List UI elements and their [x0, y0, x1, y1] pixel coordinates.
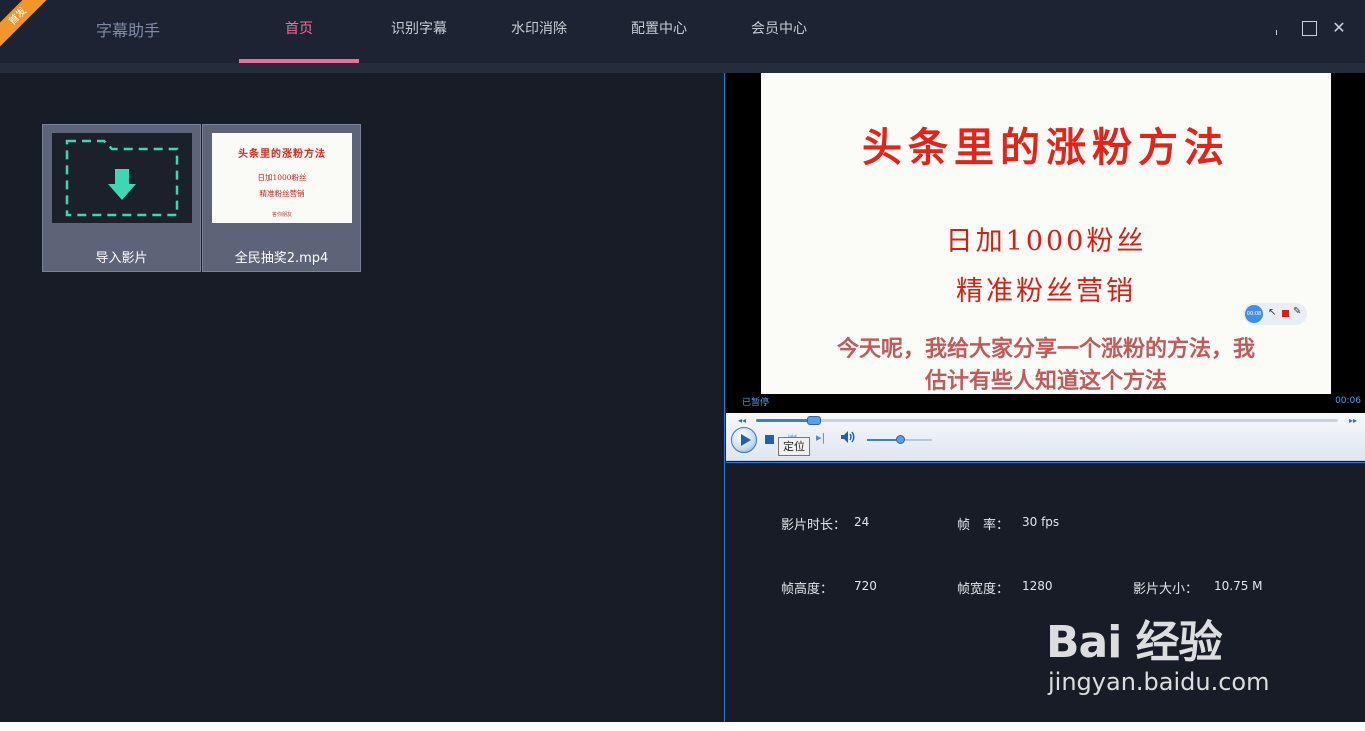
video-file-name: 全民抽奖2.mp4	[234, 251, 329, 266]
tab-remove-watermark[interactable]: 水印消除	[479, 0, 599, 63]
seek-progress	[756, 419, 815, 422]
video-card[interactable]: 头条里的涨粉方法 日加1000粉丝 精准粉丝营销 答你朋友 全民抽奖2.mp4	[202, 124, 361, 272]
frame-title: 头条里的涨粉方法	[862, 124, 1230, 171]
video-player[interactable]: 头条里的涨粉方法 日加1000粉丝 精准粉丝营销 00:08 ↖ ✎ 今天呢，我…	[726, 73, 1365, 413]
corner-badge: 首发	[0, 0, 60, 60]
subtitle-line2: 估计有些人知道这个方法	[924, 369, 1167, 394]
cursor-icon: ↖	[1268, 307, 1277, 318]
volume-slider[interactable]	[867, 435, 932, 444]
baidu-watermark: Bai 经验 jingyan.baidu.com	[1046, 606, 1269, 696]
maximize-button[interactable]	[1299, 18, 1319, 38]
frame-line1: 日加1000粉丝	[945, 226, 1147, 257]
bottom-strip	[0, 722, 1365, 731]
seek-forward-icon[interactable]: ▸▸	[1349, 416, 1357, 425]
duration-label: 影片时长：	[781, 518, 847, 533]
main-nav: 首页 识别字幕 水印消除 配置中心 会员中心	[239, 0, 839, 63]
video-thumbnail: 头条里的涨粉方法 日加1000粉丝 精准粉丝营销 答你朋友	[212, 133, 352, 223]
seek-bar[interactable]	[756, 416, 1338, 425]
minimize-button[interactable]	[1270, 18, 1290, 38]
file-size-label: 影片大小：	[1133, 582, 1199, 597]
file-size-value: 10.75 M	[1214, 579, 1263, 593]
app-window: 首发 字幕助手 首页 识别字幕 水印消除 配置中心 会员中心 ✕ 导入影片 头条…	[0, 0, 1365, 722]
volume-icon[interactable]	[840, 430, 856, 448]
import-folder-icon	[52, 133, 192, 223]
frame-height-label: 帧高度：	[781, 582, 834, 597]
volume-handle[interactable]	[895, 435, 905, 444]
frame-width-label: 帧宽度：	[957, 582, 1010, 597]
import-media-label: 导入影片	[95, 251, 148, 266]
frame-height-value: 720	[854, 579, 877, 593]
playback-status: 已暂停	[742, 398, 770, 408]
tab-recognize-subtitles[interactable]: 识别字幕	[359, 0, 479, 63]
next-icon[interactable]: ▸|	[816, 431, 825, 444]
volume-level	[867, 439, 900, 441]
tab-home[interactable]: 首页	[239, 0, 359, 63]
badge-label: 首发	[0, 0, 53, 51]
duration-value: 24	[854, 515, 870, 529]
tab-settings[interactable]: 配置中心	[599, 0, 719, 63]
record-stop-icon	[1282, 310, 1289, 317]
player-controls: ◂◂ ▸▸ ⏮ ▸| 定位	[726, 413, 1365, 461]
thumb-line2: 精准粉丝营销	[259, 189, 305, 198]
title-bar: 首发 字幕助手 首页 识别字幕 水印消除 配置中心 会员中心 ✕	[0, 0, 1365, 63]
thumb-line3: 答你朋友	[271, 212, 292, 218]
video-frame: 头条里的涨粉方法 日加1000粉丝 精准粉丝营销 00:08 ↖ ✎ 今天呢，我…	[761, 73, 1331, 394]
tooltip: 定位	[778, 437, 810, 456]
thumb-line1: 日加1000粉丝	[257, 173, 307, 182]
close-button[interactable]: ✕	[1329, 18, 1349, 38]
seek-back-icon[interactable]: ◂◂	[738, 416, 746, 425]
frame-width-value: 1280	[1022, 579, 1053, 593]
frame-line2: 精准粉丝营销	[956, 276, 1136, 307]
subtitle-line1: 今天呢，我给大家分享一个涨粉的方法，我	[836, 337, 1255, 362]
pen-icon: ✎	[1293, 306, 1302, 317]
seek-handle[interactable]	[807, 416, 822, 425]
watermark-main: Bai 经验	[1046, 617, 1223, 668]
preview-panel: 头条里的涨粉方法 日加1000粉丝 精准粉丝营销 00:08 ↖ ✎ 今天呢，我…	[724, 73, 1365, 722]
recorder-time: 00:08	[1245, 305, 1263, 323]
thumb-title: 头条里的涨粉方法	[238, 149, 326, 160]
app-title: 字幕助手	[96, 21, 161, 40]
import-media-card[interactable]: 导入影片	[42, 124, 201, 272]
watermark-url: jingyan.baidu.com	[1048, 668, 1270, 696]
playback-time: 00:06	[1335, 396, 1361, 406]
fps-value: 30 fps	[1022, 515, 1060, 529]
fps-label: 帧 率：	[957, 518, 1010, 533]
play-button[interactable]	[731, 427, 757, 453]
screen-recorder-widget: 00:08 ↖ ✎	[1243, 303, 1307, 325]
tab-membership[interactable]: 会员中心	[719, 0, 839, 63]
stop-button[interactable]	[765, 435, 774, 444]
title-separator	[0, 63, 1365, 73]
